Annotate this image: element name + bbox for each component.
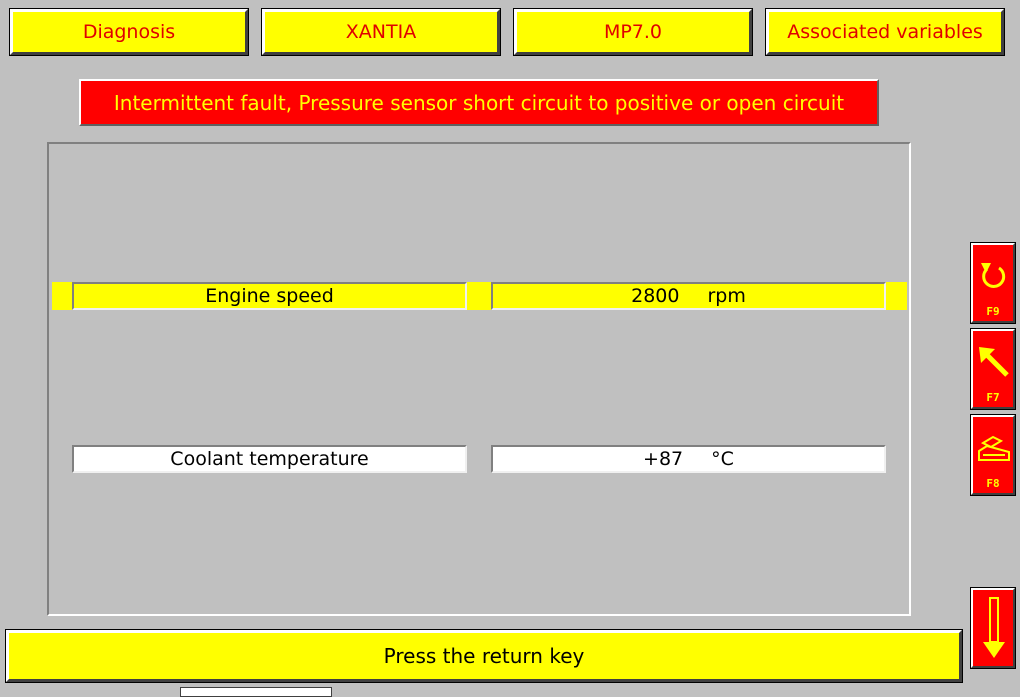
f8-print-button[interactable]: F8 — [970, 414, 1016, 496]
variable-name-engine-speed[interactable]: Engine speed — [72, 282, 467, 310]
f7-previous-button[interactable]: F7 — [970, 328, 1016, 410]
function-key-label: F7 — [986, 391, 1000, 404]
tab-vehicle[interactable]: XANTIA — [261, 8, 501, 56]
variable-value-engine-speed: 2800 rpm — [491, 282, 886, 310]
tab-associated-variables[interactable]: Associated variables — [765, 8, 1005, 56]
fault-banner: Intermittent fault, Pressure sensor shor… — [79, 79, 879, 126]
return-button[interactable] — [970, 587, 1016, 669]
f9-undo-button[interactable]: F9 — [970, 242, 1016, 324]
variable-value-coolant-temperature: +87 °C — [491, 445, 886, 473]
variable-name-coolant-temperature[interactable]: Coolant temperature — [72, 445, 467, 473]
variable-name-label: Engine speed — [205, 285, 334, 307]
fault-message: Intermittent fault, Pressure sensor shor… — [113, 90, 845, 115]
variable-unit: rpm — [707, 285, 746, 307]
variable-unit: °C — [711, 448, 734, 470]
undo-icon — [981, 263, 1006, 288]
function-key-label: F9 — [986, 305, 1000, 318]
tab-diagnosis[interactable]: Diagnosis — [9, 8, 249, 56]
variable-value: +87 — [643, 448, 684, 470]
tab-ecu[interactable]: MP7.0 — [513, 8, 753, 56]
variable-name-label: Coolant temperature — [170, 448, 369, 470]
bottom-tab — [180, 687, 332, 697]
arrow-down-icon — [983, 597, 1005, 658]
arrow-up-left-icon — [979, 347, 1009, 377]
tab-label: Diagnosis — [82, 21, 176, 43]
variable-value: 2800 — [631, 285, 680, 307]
status-bar: Press the return key — [5, 629, 963, 683]
status-message: Press the return key — [383, 644, 585, 668]
tab-label: MP7.0 — [603, 21, 663, 43]
tab-label: Associated variables — [787, 21, 983, 43]
function-key-label: F8 — [986, 477, 1000, 490]
printer-icon — [978, 435, 1010, 461]
variables-panel — [47, 142, 911, 616]
tab-label: XANTIA — [345, 21, 417, 43]
